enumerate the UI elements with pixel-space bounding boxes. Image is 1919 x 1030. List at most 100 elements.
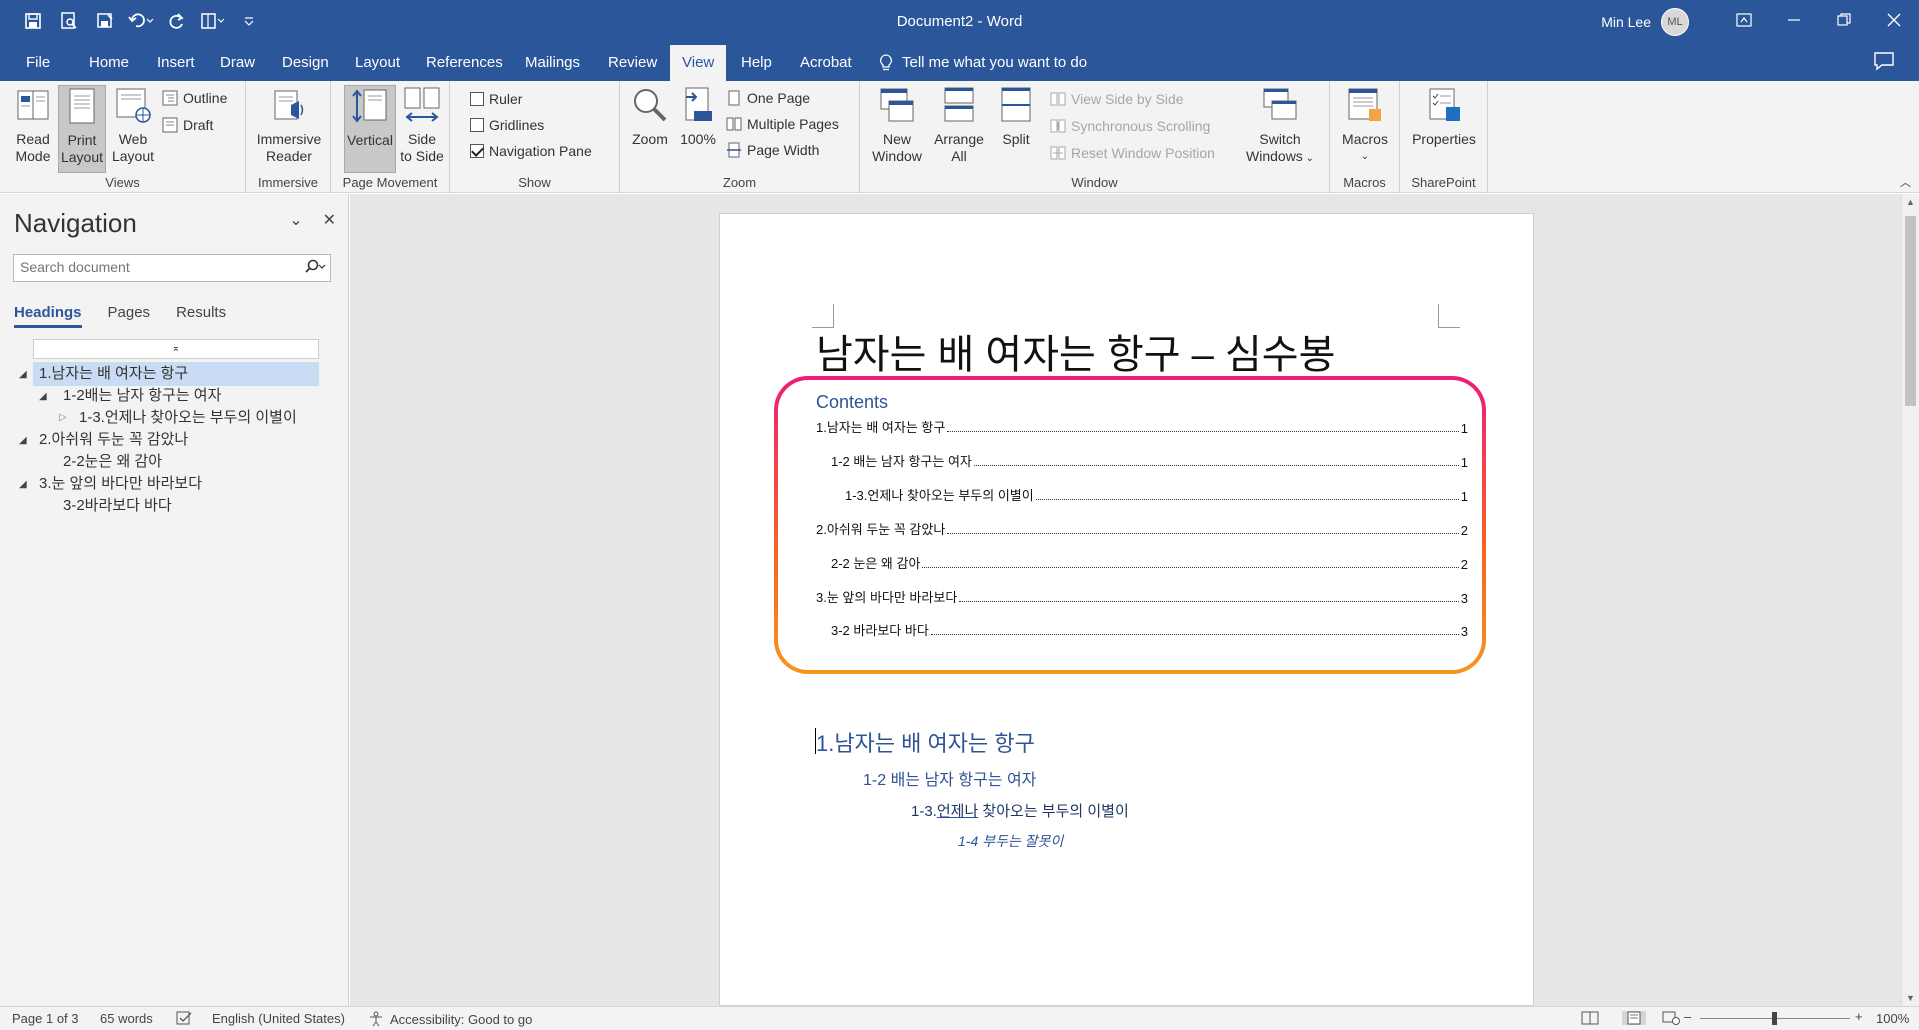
gridlines-checkbox[interactable]: Gridlines [470,114,544,136]
heading-3[interactable]: 1-3.언제나 찾아오는 부두의 이별이 [911,800,1129,821]
tab-references[interactable]: References [414,45,515,81]
save-as-icon[interactable] [92,8,118,34]
toc-heading[interactable]: Contents [816,392,888,413]
toc-entry[interactable]: 1-2 배는 남자 항구는 여자 1 [831,450,1468,470]
word-count[interactable]: 65 words [100,1011,153,1026]
tab-help[interactable]: Help [729,45,784,81]
tab-file[interactable]: File [14,45,62,81]
expanded-triangle-icon[interactable]: ◢ [19,369,27,380]
scroll-down-icon[interactable]: ▼ [1906,993,1915,1003]
web-layout-button[interactable]: Web Layout [108,85,158,165]
heading-tree-item[interactable]: 1-3.언제나 찾아오는 부두의 이별이 [79,406,297,430]
tell-me-search[interactable]: Tell me what you want to do [878,45,1087,81]
ruler-check-box[interactable] [470,92,484,106]
layout-toggle-icon[interactable] [200,8,226,34]
heading-tree-item[interactable]: 1-2배는 남자 항구는 여자 [63,384,221,408]
zoom-slider-knob[interactable] [1772,1012,1777,1025]
expanded-triangle-icon[interactable]: ◢ [19,479,27,490]
new-window-button[interactable]: New Window [868,85,926,165]
print-layout-button[interactable]: Print Layout [58,85,106,173]
collapse-headings-bar[interactable]: ⌅ [33,339,319,359]
heading-tree-item[interactable]: 2.아쉬워 두눈 꼭 감았나 [39,428,188,452]
toc-entry[interactable]: 3-2 바라보다 바다 3 [831,619,1468,639]
document-title[interactable]: 남자는 배 여자는 항구 – 심수봉 [816,322,1335,380]
navigation-pane-check-box[interactable] [470,144,484,158]
accessibility-status[interactable]: Accessibility: Good to go [368,1011,532,1027]
heading-tree-item[interactable]: 3-2바라보다 바다 [63,494,172,518]
tab-headings[interactable]: Headings [14,304,82,328]
gridlines-check-box[interactable] [470,118,484,132]
tab-draw[interactable]: Draw [208,45,267,81]
redo-icon[interactable] [164,8,190,34]
print-preview-icon[interactable] [56,8,82,34]
tab-insert[interactable]: Insert [145,45,207,81]
split-button[interactable]: Split [992,85,1040,148]
tab-layout[interactable]: Layout [343,45,412,81]
close-icon[interactable] [1869,0,1919,40]
tab-design[interactable]: Design [270,45,341,81]
page-width-button[interactable]: Page Width [726,139,819,161]
heading-4[interactable]: 1-4 부두는 잘못이 [958,831,1063,851]
minimize-icon[interactable] [1769,0,1819,40]
draft-button[interactable]: Draft [162,114,213,136]
search-input[interactable] [20,259,290,275]
read-mode-button[interactable]: Read Mode [8,85,58,165]
zoom-100-button[interactable]: 100% [676,85,720,148]
toc-entry[interactable]: 3.눈 앞의 바다만 바라보다 3 [816,586,1468,606]
zoom-slider[interactable] [1700,1012,1850,1025]
document-page[interactable]: 남자는 배 여자는 항구 – 심수봉 Contents 1.남자는 배 여자는 … [719,213,1534,1006]
heading-2[interactable]: 1-2 배는 남자 항구는 여자 [863,766,1036,790]
zoom-level[interactable]: 100% [1876,1011,1909,1026]
search-icon[interactable] [304,259,326,278]
customize-qat-icon[interactable] [236,8,262,34]
vertical-scrollbar[interactable]: ▲ ▼ [1901,194,1919,1006]
zoom-button[interactable]: Zoom [628,85,672,148]
scroll-thumb[interactable] [1905,216,1916,406]
vertical-button[interactable]: Vertical [344,85,396,173]
view-side-by-side-button[interactable]: View Side by Side [1050,88,1184,110]
tab-review[interactable]: Review [596,45,669,81]
toc-entry[interactable]: 2-2 눈은 왜 감아 2 [831,552,1468,572]
macros-button[interactable]: Macros ⌄ [1336,85,1394,165]
pane-options-chevron-icon[interactable]: ⌄ [289,210,302,230]
avatar[interactable]: ML [1661,8,1689,36]
print-layout-view-icon[interactable] [1622,1011,1646,1025]
expanded-triangle-icon[interactable]: ◢ [39,391,47,402]
side-to-side-button[interactable]: Side to Side [398,85,446,165]
immersive-reader-button[interactable]: Immersive Reader [254,85,324,165]
tab-pages[interactable]: Pages [108,304,151,328]
one-page-button[interactable]: One Page [726,87,810,109]
ribbon-display-options-icon[interactable] [1719,0,1769,40]
heading-tree-item[interactable]: 1.남자는 배 여자는 항구 [33,362,319,386]
expanded-triangle-icon[interactable]: ◢ [19,435,27,446]
language[interactable]: English (United States) [212,1011,345,1026]
heading-tree-item[interactable]: 3.눈 앞의 바다만 바라보다 [39,472,202,496]
tab-view[interactable]: View [670,45,727,81]
toc-entry[interactable]: 2.아쉬워 두눈 꼭 감았나 2 [816,518,1468,538]
read-mode-view-icon[interactable] [1581,1011,1599,1025]
web-layout-view-icon[interactable] [1662,1011,1680,1025]
heading-tree-item[interactable]: 2-2눈은 왜 감아 [63,450,162,474]
arrange-all-button[interactable]: Arrange All [928,85,990,165]
multiple-pages-button[interactable]: Multiple Pages [726,113,839,135]
tab-home[interactable]: Home [77,45,141,81]
ruler-checkbox[interactable]: Ruler [470,88,522,110]
toc-entry[interactable]: 1.남자는 배 여자는 항구 1 [816,416,1468,436]
save-icon[interactable] [20,8,46,34]
properties-button[interactable]: Properties [1406,85,1482,148]
restore-icon[interactable] [1819,0,1869,40]
navigation-pane-checkbox[interactable]: Navigation Pane [470,140,592,162]
page-count[interactable]: Page 1 of 3 [12,1011,79,1026]
close-pane-icon[interactable]: ✕ [323,210,336,230]
undo-icon[interactable] [128,8,154,34]
outline-button[interactable]: Outline [162,87,227,109]
toc-entry[interactable]: 1-3.언제나 찾아오는 부두의 이별이 1 [845,484,1468,504]
zoom-in-button[interactable]: + [1855,1009,1863,1024]
collapsed-triangle-icon[interactable]: ▷ [59,412,67,423]
tab-results[interactable]: Results [176,304,226,328]
proofing-icon[interactable] [176,1011,194,1025]
tab-acrobat[interactable]: Acrobat [788,45,864,81]
collapse-ribbon-icon[interactable]: ︿ [1900,174,1911,190]
comments-icon[interactable] [1873,51,1899,75]
synchronous-scrolling-button[interactable]: Synchronous Scrolling [1050,115,1210,137]
